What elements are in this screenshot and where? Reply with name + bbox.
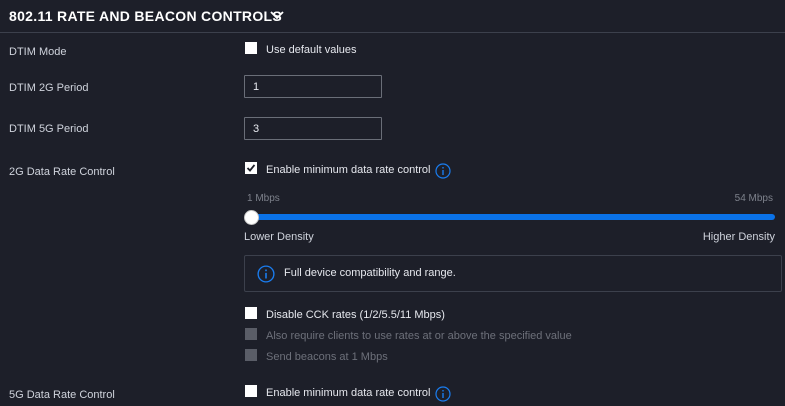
rate-slider-handle[interactable] [244, 210, 259, 225]
slider-max-label: 54 Mbps [734, 193, 773, 204]
use-default-values-checkbox[interactable] [245, 42, 257, 54]
require-rates-label: Also require clients to use rates at or … [266, 330, 572, 342]
higher-density-label: Higher Density [702, 231, 775, 243]
send-beacons-label: Send beacons at 1 Mbps [266, 351, 388, 363]
rate-slider-track[interactable] [250, 214, 775, 220]
section-title: 802.11 RATE AND BEACON CONTROLS [9, 8, 283, 24]
checkmark-icon [246, 164, 256, 172]
disable-cck-label: Disable CCK rates (1/2/5.5/11 Mbps) [266, 309, 445, 321]
info-icon [257, 265, 275, 283]
dtim-mode-label: DTIM Mode [9, 46, 67, 58]
use-default-values-label: Use default values [266, 44, 357, 56]
2g-data-rate-control-label: 2G Data Rate Control [9, 166, 115, 178]
dtim-5g-period-input[interactable] [244, 117, 382, 140]
5g-min-rate-checkbox[interactable] [245, 385, 257, 397]
lower-density-label: Lower Density [244, 231, 314, 243]
dtim-5g-period-label: DTIM 5G Period [9, 123, 89, 135]
5g-min-rate-label: Enable minimum data rate control [266, 387, 431, 399]
disable-cck-checkbox[interactable] [245, 307, 257, 319]
info-box-text: Full device compatibility and range. [284, 267, 456, 279]
info-box: Full device compatibility and range. [244, 255, 782, 292]
dtim-2g-period-input[interactable] [244, 75, 382, 98]
dtim-2g-period-label: DTIM 2G Period [9, 82, 89, 94]
2g-min-rate-checkbox[interactable] [245, 162, 257, 174]
chevron-down-icon[interactable] [269, 9, 285, 21]
2g-min-rate-label: Enable minimum data rate control [266, 164, 431, 176]
5g-data-rate-control-label: 5G Data Rate Control [9, 389, 115, 401]
info-icon[interactable] [435, 163, 451, 179]
send-beacons-checkbox[interactable] [245, 349, 257, 361]
info-icon[interactable] [435, 386, 451, 402]
slider-min-label: 1 Mbps [247, 193, 280, 204]
section-header[interactable]: 802.11 RATE AND BEACON CONTROLS [0, 0, 785, 33]
require-rates-checkbox[interactable] [245, 328, 257, 340]
